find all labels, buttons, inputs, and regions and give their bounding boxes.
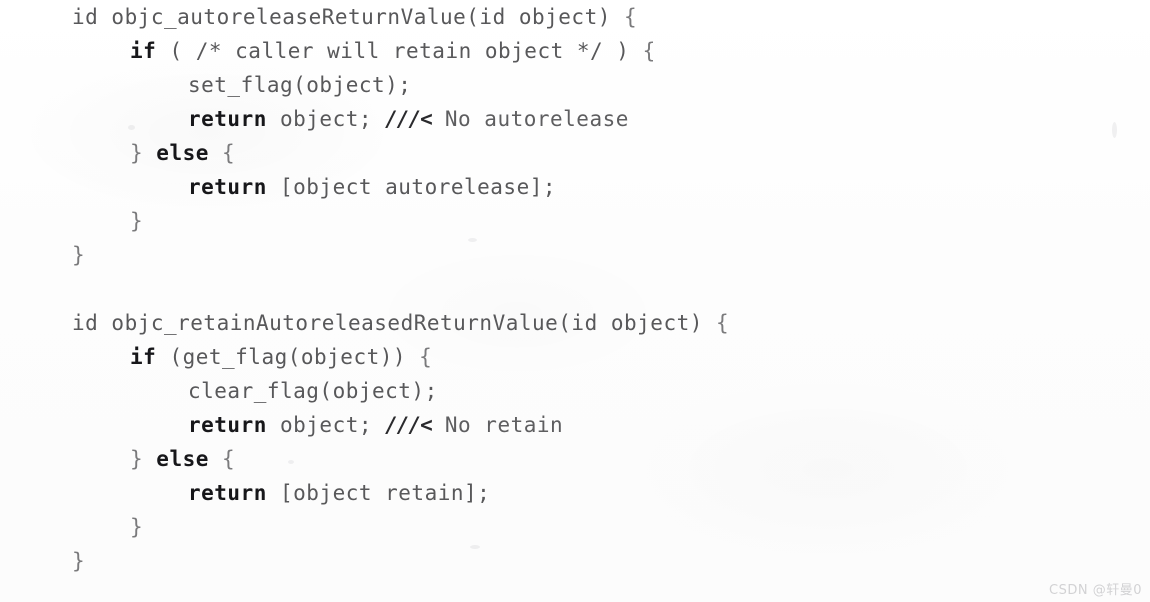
- code-token-brace: }: [72, 549, 86, 573]
- code-line: set_flag(object);: [0, 68, 1150, 102]
- code-line: if ( /* caller will retain object */ ) {: [0, 34, 1150, 68]
- code-token-kw: else: [156, 447, 209, 471]
- code-line: id objc_retainAutoreleasedReturnValue(id…: [0, 306, 1150, 340]
- code-token-brace: }: [130, 515, 144, 539]
- code-token-brace: {: [222, 447, 236, 471]
- code-line: return [object retain];: [0, 476, 1150, 510]
- code-line: }: [0, 204, 1150, 238]
- code-listing: id objc_autoreleaseReturnValue(id object…: [0, 0, 1150, 578]
- code-token-brace: {: [642, 39, 656, 63]
- code-token-brace: {: [716, 311, 730, 335]
- code-line: return [object autorelease];: [0, 170, 1150, 204]
- code-token-cmt-marker: ///<: [385, 413, 433, 437]
- code-line: }: [0, 238, 1150, 272]
- code-token-plain: [object retain];: [266, 481, 491, 505]
- code-token-plain: object;: [266, 107, 386, 131]
- code-token-plain: [object autorelease];: [266, 175, 557, 199]
- code-line: id objc_autoreleaseReturnValue(id object…: [0, 0, 1150, 34]
- code-token-plain: ( /* caller will retain object */ ): [156, 39, 643, 63]
- code-token-brace: {: [419, 345, 433, 369]
- code-token-kw: return: [188, 175, 267, 199]
- code-line: } else {: [0, 442, 1150, 476]
- code-token-cmt: No retain: [431, 413, 564, 437]
- code-token-plain: object;: [266, 413, 386, 437]
- code-line: clear_flag(object);: [0, 374, 1150, 408]
- code-token-brace: {: [222, 141, 236, 165]
- code-token-cmt-marker: ///<: [385, 107, 433, 131]
- code-token-plain: id objc_retainAutoreleasedReturnValue(id…: [72, 311, 717, 335]
- code-line: }: [0, 510, 1150, 544]
- code-line: if (get_flag(object)) {: [0, 340, 1150, 374]
- code-token-plain: set_flag(object);: [188, 73, 412, 97]
- code-token-plain: id objc_autoreleaseReturnValue(id object…: [72, 5, 625, 29]
- scanned-page: id objc_autoreleaseReturnValue(id object…: [0, 0, 1150, 602]
- code-token-plain: (get_flag(object)): [156, 345, 420, 369]
- code-line: }: [0, 544, 1150, 578]
- code-token-kw: else: [156, 141, 209, 165]
- code-token-brace: }: [130, 447, 157, 471]
- code-token-cmt: No autorelease: [431, 107, 629, 131]
- code-token-kw: if: [130, 345, 157, 369]
- code-token-brace: }: [130, 209, 144, 233]
- code-line: return object; ///< No autorelease: [0, 102, 1150, 136]
- code-token-kw: return: [188, 481, 267, 505]
- code-token-kw: if: [130, 39, 157, 63]
- code-token-plain: clear_flag(object);: [188, 379, 438, 403]
- code-token-brace: {: [624, 5, 638, 29]
- code-line: return object; ///< No retain: [0, 408, 1150, 442]
- code-token-kw: return: [188, 107, 267, 131]
- code-line: } else {: [0, 136, 1150, 170]
- code-token-kw: return: [188, 413, 267, 437]
- code-token-brace: }: [130, 141, 157, 165]
- csdn-watermark: CSDN @轩曼0: [1049, 583, 1142, 598]
- code-token-brace: }: [72, 243, 86, 267]
